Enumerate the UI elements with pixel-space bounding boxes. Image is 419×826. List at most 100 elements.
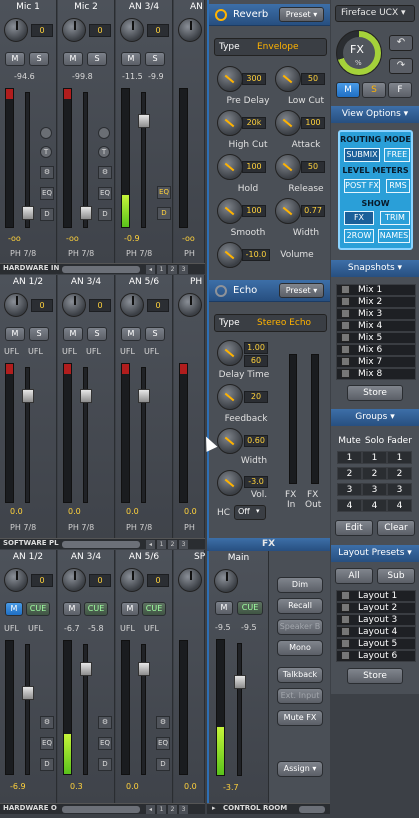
high-cut-knob[interactable] xyxy=(217,110,243,136)
hold-knob[interactable] xyxy=(217,154,243,180)
volume-fader[interactable] xyxy=(22,206,34,220)
main-gain-knob[interactable] xyxy=(214,569,238,593)
dynamics-button[interactable]: D xyxy=(156,758,170,771)
reverb-type-dropdown[interactable]: Type Envelope xyxy=(214,38,327,56)
volume-fader[interactable] xyxy=(80,662,92,676)
settings-wrench-icon[interactable]: ⚙ xyxy=(40,166,54,179)
group-solo-4[interactable]: 4 xyxy=(362,499,387,512)
layout-preset-item[interactable]: Layout 4 xyxy=(336,626,416,638)
mute-button[interactable]: M xyxy=(5,602,23,616)
settings-wrench-icon[interactable]: ⚙ xyxy=(40,716,54,729)
layout-preset-item[interactable]: Layout 3 xyxy=(336,614,416,626)
pre-delay-knob[interactable] xyxy=(217,66,243,92)
assign-button[interactable]: Assign ▾ xyxy=(277,761,323,777)
mute-button[interactable]: M xyxy=(121,602,139,616)
layout-preset-item[interactable]: Layout 5 xyxy=(336,638,416,650)
dynamics-button[interactable]: D xyxy=(98,758,112,771)
eq-button[interactable]: EQ xyxy=(40,737,54,750)
solo-button[interactable]: S xyxy=(29,52,49,66)
echo-power-icon[interactable] xyxy=(215,285,227,297)
speaker-b-toggle[interactable]: S xyxy=(362,82,386,98)
knob-small-icon[interactable] xyxy=(40,127,52,139)
feedback-knob[interactable] xyxy=(217,384,243,410)
knob-small-icon[interactable] xyxy=(98,127,110,139)
trim-button[interactable]: T xyxy=(98,146,110,158)
phones-toggle[interactable]: F xyxy=(388,82,412,98)
gain-knob[interactable] xyxy=(62,293,86,317)
snapshot-item[interactable]: Mix 6 xyxy=(336,344,416,356)
dim-button[interactable]: Dim xyxy=(277,577,323,593)
scroll-thumb[interactable] xyxy=(62,266,140,273)
speaker-b-button[interactable]: Speaker B xyxy=(277,619,323,635)
snapshots-header[interactable]: Snapshots ▾ xyxy=(331,260,419,277)
groups-header[interactable]: Groups ▾ xyxy=(331,409,419,426)
group-clear-button[interactable]: Clear xyxy=(377,520,415,536)
reverb-preset-button[interactable]: Preset ▾ xyxy=(279,7,324,22)
row-scrollbar[interactable]: HARDWARE IN ◂ 1 2 3 xyxy=(0,263,205,274)
ext-input-button[interactable]: Ext. Input xyxy=(277,688,323,704)
main-volume-fader[interactable] xyxy=(234,675,246,689)
group-fader-1[interactable]: 1 xyxy=(387,451,412,464)
mono-button[interactable]: Mono xyxy=(277,640,323,656)
solo-button[interactable]: S xyxy=(87,52,107,66)
row-scrollbar[interactable]: HARDWARE O ◂ 1 2 3 xyxy=(0,803,205,814)
page-1-button[interactable]: 1 xyxy=(157,805,166,814)
dynamics-button[interactable]: D xyxy=(40,208,54,221)
scroll-left-icon[interactable]: ◂ xyxy=(146,805,155,814)
main-mute-button[interactable]: M xyxy=(215,601,233,615)
volume-fader[interactable] xyxy=(22,389,34,403)
solo-button[interactable]: S xyxy=(145,327,165,341)
show-trim-button[interactable]: TRIM xyxy=(380,211,410,225)
volume-knob[interactable] xyxy=(217,242,243,268)
device-selector[interactable]: Fireface UCX ▾ xyxy=(335,5,415,22)
gain-knob[interactable] xyxy=(178,293,202,317)
snapshot-item[interactable]: Mix 2 xyxy=(336,296,416,308)
mute-fx-button[interactable]: Mute FX xyxy=(277,710,323,726)
redo-icon[interactable]: ↷ xyxy=(389,58,413,74)
page-3-button[interactable]: 3 xyxy=(179,540,188,549)
eq-button[interactable]: EQ xyxy=(156,737,170,750)
expand-icon[interactable]: ▸ xyxy=(212,804,216,812)
main-cue-button[interactable]: CUE xyxy=(237,601,263,615)
gain-knob[interactable] xyxy=(178,18,202,42)
rms-button[interactable]: RMS xyxy=(386,179,410,193)
submix-button[interactable]: SUBMIX xyxy=(344,148,380,162)
release-knob[interactable] xyxy=(275,154,301,180)
layout-preset-item[interactable]: Layout 6 xyxy=(336,650,416,662)
group-fader-4[interactable]: 4 xyxy=(387,499,412,512)
snapshot-item[interactable]: Mix 3 xyxy=(336,308,416,320)
mute-button[interactable]: M xyxy=(63,52,83,66)
settings-wrench-icon[interactable]: ⚙ xyxy=(98,716,112,729)
gain-knob[interactable] xyxy=(120,293,144,317)
delay-time-knob[interactable] xyxy=(217,340,243,366)
group-mute-4[interactable]: 4 xyxy=(337,499,362,512)
layout-presets-header[interactable]: Layout Presets ▾ xyxy=(331,545,419,562)
solo-button[interactable]: S xyxy=(29,327,49,341)
eq-button[interactable]: EQ xyxy=(40,187,54,200)
mute-button[interactable]: M xyxy=(63,602,81,616)
group-fader-2[interactable]: 2 xyxy=(387,467,412,480)
row-scrollbar[interactable]: SOFTWARE PL ◂ 1 2 3 xyxy=(0,538,205,549)
gain-knob[interactable] xyxy=(62,568,86,592)
view-options-header[interactable]: View Options ▾ xyxy=(331,106,419,123)
group-solo-3[interactable]: 3 xyxy=(362,483,387,496)
group-solo-1[interactable]: 1 xyxy=(362,451,387,464)
eq-button[interactable]: EQ xyxy=(98,737,112,750)
group-mute-3[interactable]: 3 xyxy=(337,483,362,496)
gain-knob[interactable] xyxy=(4,18,28,42)
page-2-button[interactable]: 2 xyxy=(168,540,177,549)
scroll-left-icon[interactable]: ◂ xyxy=(146,265,155,274)
gain-knob[interactable] xyxy=(120,18,144,42)
snapshot-item[interactable]: Mix 1 xyxy=(336,284,416,296)
page-3-button[interactable]: 3 xyxy=(179,265,188,274)
dynamics-button[interactable]: D xyxy=(40,758,54,771)
scroll-thumb[interactable] xyxy=(62,806,140,813)
volume-fader[interactable] xyxy=(138,389,150,403)
width-knob[interactable] xyxy=(217,428,243,454)
volume-fader[interactable] xyxy=(80,206,92,220)
scroll-thumb[interactable] xyxy=(299,806,325,813)
layout-preset-item[interactable]: Layout 1 xyxy=(336,590,416,602)
gain-knob[interactable] xyxy=(120,568,144,592)
main-button[interactable]: M xyxy=(336,82,360,98)
snapshot-item[interactable]: Mix 8 xyxy=(336,368,416,380)
